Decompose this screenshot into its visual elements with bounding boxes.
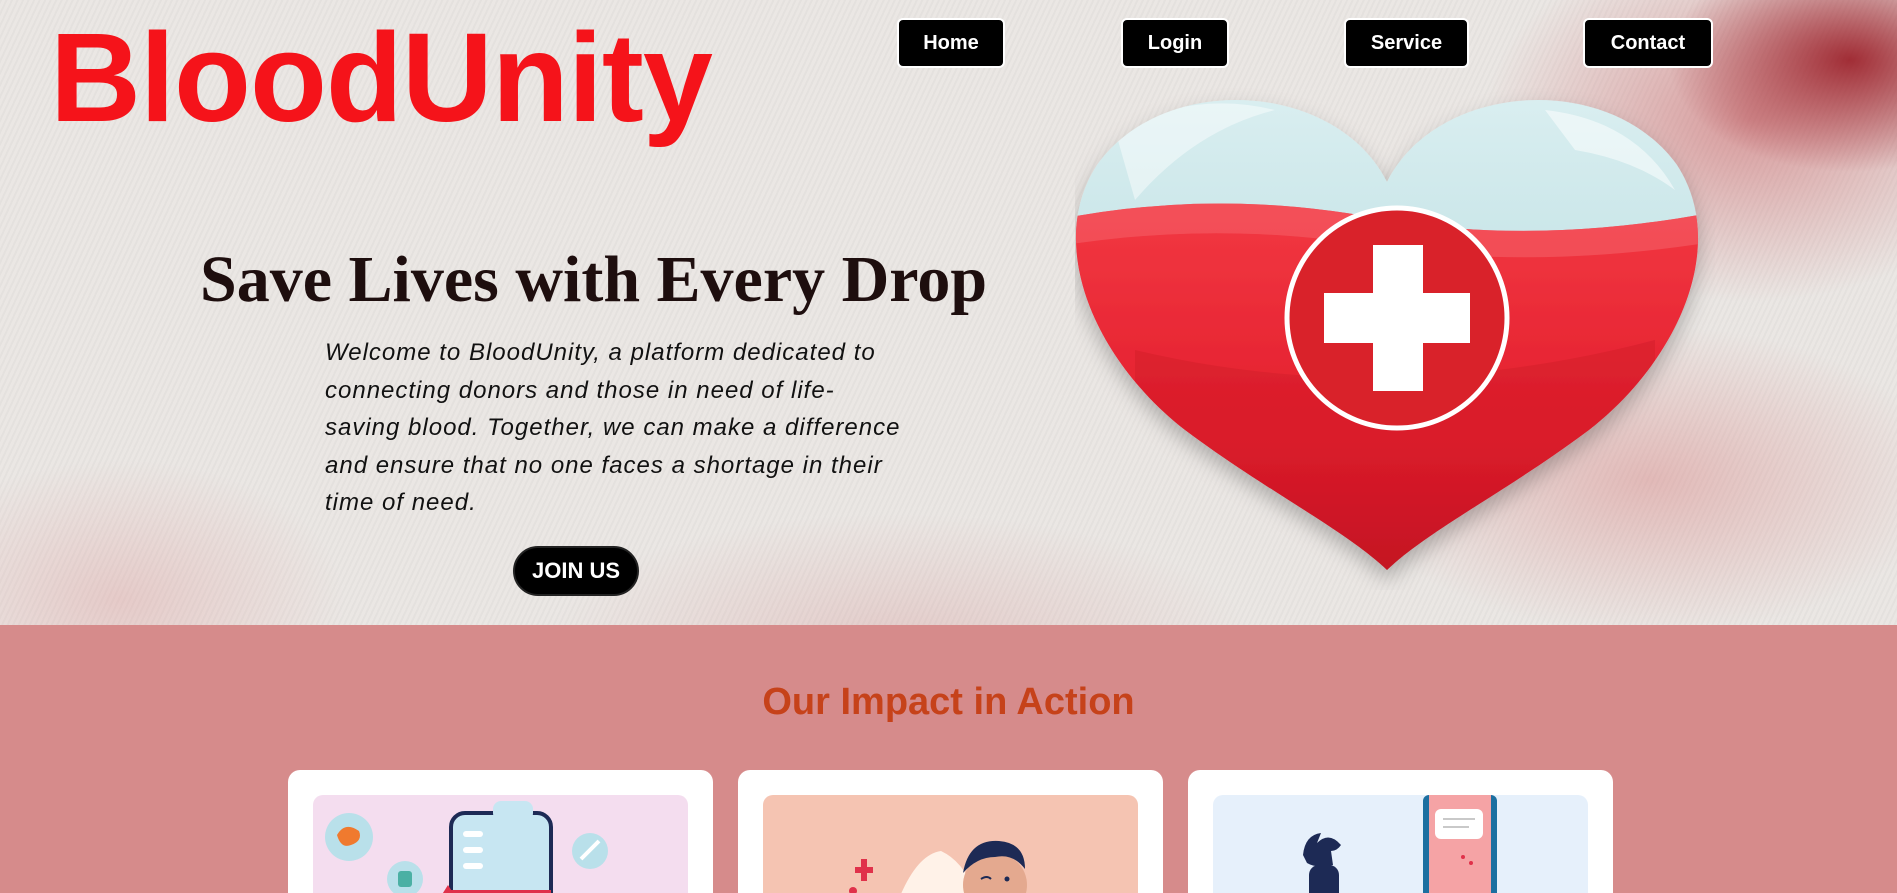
nav-home-button[interactable]: Home — [897, 18, 1005, 68]
nav-contact-button[interactable]: Contact — [1583, 18, 1713, 68]
donor-blood-drop-icon — [849, 840, 1027, 893]
brand-logo[interactable]: BloodUnity — [50, 8, 713, 148]
join-us-button[interactable]: JOIN US — [513, 546, 639, 596]
heart-cross-icon — [1075, 99, 1699, 570]
phone-person-icon — [1303, 795, 1497, 893]
phone-notification-illustration — [1213, 795, 1588, 893]
hero-headline: Save Lives with Every Drop — [200, 243, 988, 316]
impact-card-2[interactable] — [738, 770, 1163, 893]
impact-title: Our Impact in Action — [762, 681, 1135, 723]
impact-section: Our Impact in Action — [0, 625, 1897, 893]
page: BloodUnity Home Login Service Contact Sa… — [0, 0, 1897, 893]
nav-login-button[interactable]: Login — [1121, 18, 1229, 68]
impact-card-1[interactable] — [288, 770, 713, 893]
hero-section: BloodUnity Home Login Service Contact Sa… — [0, 0, 1897, 625]
heart-illustration — [1075, 70, 1715, 590]
impact-card-3[interactable] — [1188, 770, 1613, 893]
nav-service-button[interactable]: Service — [1344, 18, 1469, 68]
blood-bag-icon — [325, 801, 608, 893]
blood-bag-organs-illustration — [313, 795, 688, 893]
hero-intro-text: Welcome to BloodUnity, a platform dedica… — [325, 339, 901, 516]
donor-illustration — [763, 795, 1138, 893]
